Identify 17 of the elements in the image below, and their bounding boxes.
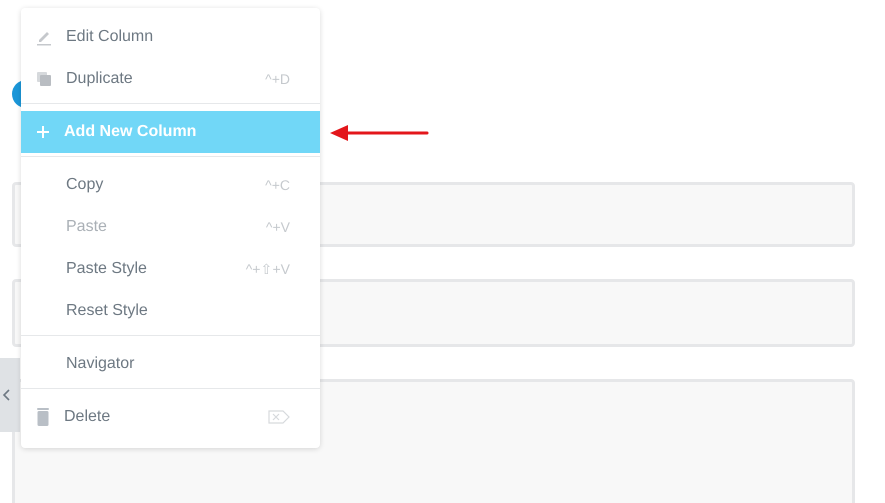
shortcut-label: ^+C	[265, 176, 290, 194]
menu-item[interactable]: Paste Style ^+⇧+V	[21, 248, 320, 290]
plus-icon	[36, 125, 50, 139]
menu-item[interactable]: Edit Column	[21, 16, 320, 58]
trash-icon	[36, 408, 50, 426]
menu-item[interactable]: Navigator	[21, 343, 320, 385]
menu-item[interactable]: Duplicate ^+D	[21, 58, 320, 100]
menu-item[interactable]: Reset Style	[21, 290, 320, 332]
chevron-left-icon	[2, 389, 12, 401]
shortcut-label: ^+V	[266, 218, 290, 236]
menu-item[interactable]: Delete	[21, 396, 320, 438]
shortcut-label: ^+D	[265, 70, 290, 88]
shortcut-label: ^+⇧+V	[246, 260, 290, 278]
menu-item[interactable]: Copy ^+C	[21, 164, 320, 206]
copy-icon	[36, 71, 52, 87]
collapse-tab[interactable]	[0, 358, 20, 432]
backspace-icon	[268, 410, 290, 424]
